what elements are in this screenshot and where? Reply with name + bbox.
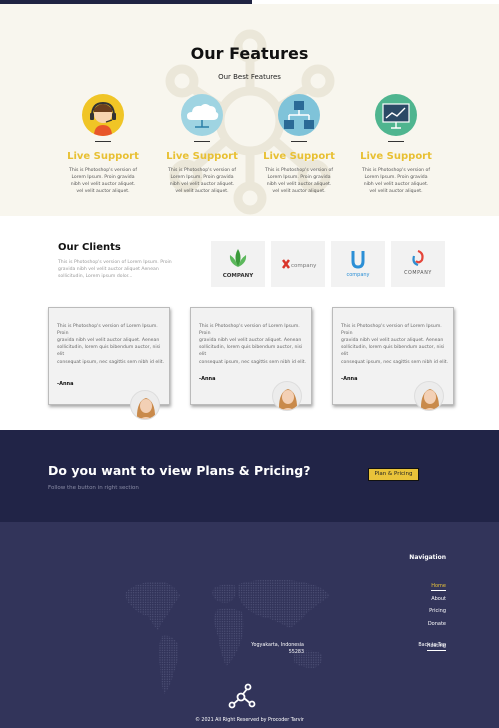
nav-link-pricing[interactable]: Pricing	[427, 607, 446, 620]
pricing-cta-section: Do you want to view Plans & Pricing? Fol…	[0, 430, 499, 522]
cloud-icon	[181, 94, 223, 136]
testimonial-quote: This is Photoshop's version of Lorem Ips…	[57, 324, 165, 365]
footer-address: Yogyakarta, Indonesia 55283	[251, 643, 304, 657]
headset-support-icon	[82, 94, 124, 136]
testimonial-author: -Anna	[341, 376, 358, 382]
clients-title: Our Clients	[58, 242, 121, 253]
client-logo-name: COMPANY	[223, 273, 255, 279]
testimonial-author: -Anna	[199, 376, 216, 382]
feature-card: Live Support This is Photoshop's version…	[249, 94, 349, 195]
woman-avatar-icon	[420, 389, 440, 410]
footer: Navigation Home About Pricing Donate Hos…	[0, 522, 499, 728]
feature-description: This is Photoshop's version of Lorem Ips…	[69, 168, 137, 195]
feature-description: This is Photoshop's version of Lorem Ips…	[362, 168, 430, 195]
nav-link-about[interactable]: About	[427, 595, 446, 608]
nav-link-home[interactable]: Home	[431, 582, 446, 591]
testimonial-quote: This is Photoshop's version of Lorem Ips…	[341, 324, 449, 365]
network-icon	[278, 94, 320, 136]
avatar	[414, 381, 444, 411]
testimonial-author: -Anna	[57, 381, 74, 387]
client-logo-name: company	[346, 272, 369, 278]
features-section: Our Features Our Best Features Live Supp…	[0, 4, 499, 216]
feature-divider	[388, 141, 404, 142]
feature-card: Live Support This is Photoshop's version…	[346, 94, 446, 195]
address-line: Yogyakarta, Indonesia	[251, 643, 304, 648]
presentation-chart-icon	[375, 94, 417, 136]
clients-description: This is Photoshop's version of Lorem Ips…	[58, 260, 172, 280]
client-logo[interactable]: company	[331, 241, 385, 287]
navigation-title: Navigation	[409, 554, 446, 561]
nav-link-donate[interactable]: Donate	[427, 620, 446, 633]
u-logo-icon: company	[346, 251, 370, 278]
feature-divider	[194, 141, 210, 142]
feature-title: Live Support	[166, 151, 238, 162]
client-logo[interactable]: COMPANY	[391, 241, 445, 287]
testimonial-quote: This is Photoshop's version of Lorem Ips…	[199, 324, 307, 365]
feature-title: Live Support	[67, 151, 139, 162]
copyright: © 2021 All Right Reserved by Procoder Ta…	[195, 718, 304, 723]
plan-pricing-button[interactable]: Plan & Pricing	[368, 468, 419, 481]
address-postcode: 55283	[288, 649, 304, 655]
x-logo-icon: company	[282, 259, 317, 269]
avatar	[272, 381, 302, 411]
feature-title: Live Support	[263, 151, 335, 162]
features-subtitle: Our Best Features	[218, 73, 281, 81]
feature-description: This is Photoshop's version of Lorem Ips…	[168, 168, 236, 195]
feature-description: This is Photoshop's version of Lorem Ips…	[265, 168, 333, 195]
client-logo-name: company	[291, 263, 317, 269]
woman-avatar-icon	[136, 398, 156, 419]
client-logo[interactable]: company	[271, 241, 325, 287]
world-map-icon	[125, 579, 330, 694]
client-logo-name: COMPANY	[404, 270, 432, 276]
leaf-logo-icon: COMPANY	[223, 249, 255, 279]
feature-divider	[95, 141, 111, 142]
avatar	[130, 390, 160, 420]
feature-card: Live Support This is Photoshop's version…	[53, 94, 153, 195]
swirl-logo-icon: COMPANY	[404, 249, 432, 276]
feature-card: Live Support This is Photoshop's version…	[152, 94, 252, 195]
cta-title: Do you want to view Plans & Pricing?	[48, 463, 311, 478]
cta-subtitle: Follow the button in right section	[48, 485, 139, 491]
woman-avatar-icon	[278, 389, 298, 410]
client-logo[interactable]: COMPANY	[211, 241, 265, 287]
features-title: Our Features	[190, 44, 309, 63]
feature-title: Live Support	[360, 151, 432, 162]
testimonial-card: This is Photoshop's version of Lorem Ips…	[48, 307, 170, 405]
molecule-logo-icon	[228, 683, 256, 709]
back-to-top-link[interactable]: Back to Top	[418, 643, 446, 648]
feature-divider	[291, 141, 307, 142]
